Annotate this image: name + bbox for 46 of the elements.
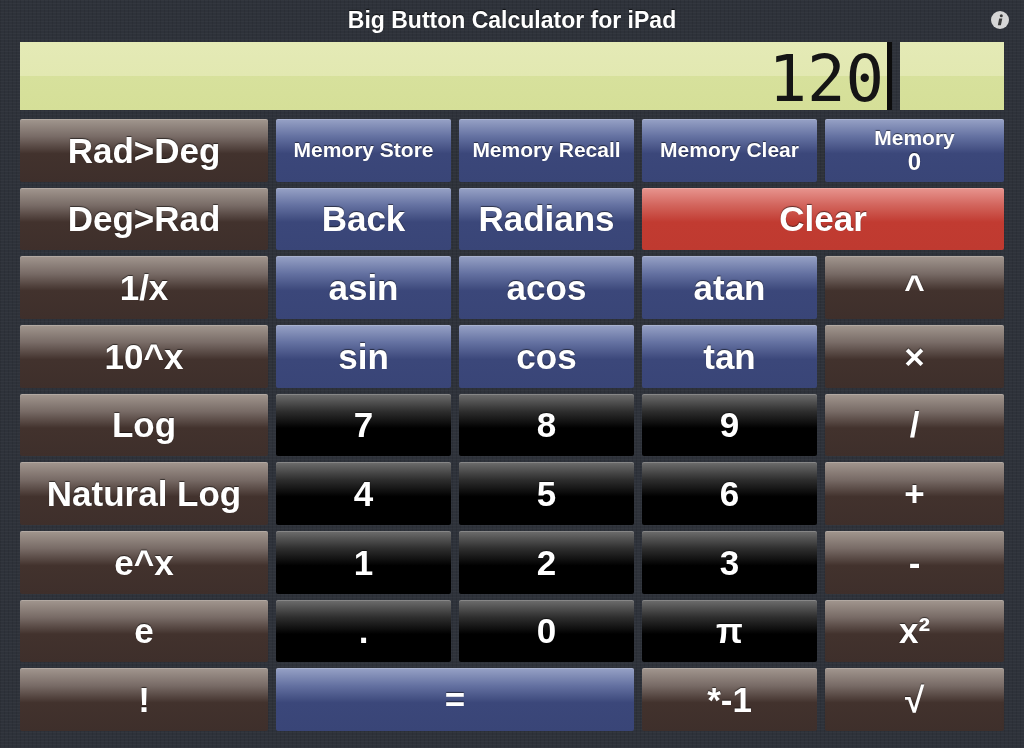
trig-key[interactable]: asin [276, 256, 451, 319]
function-key[interactable]: ! [20, 668, 268, 731]
number-key[interactable]: 4 [276, 462, 451, 525]
number-key[interactable]: 7 [276, 393, 451, 457]
memory-key[interactable]: Memory Store [276, 119, 451, 182]
operator-key[interactable]: × [825, 325, 1004, 388]
number-key[interactable]: 3 [642, 531, 817, 594]
app-title: Big Button Calculator for iPad [347, 8, 677, 32]
number-key[interactable]: . [276, 599, 451, 663]
operator-key[interactable]: x² [825, 599, 1004, 663]
number-key[interactable]: 0 [459, 599, 634, 663]
operator-key[interactable]: *-1 [642, 668, 817, 731]
number-key[interactable]: 8 [459, 393, 634, 457]
clear-key[interactable]: Clear [642, 187, 1004, 251]
trig-key[interactable]: acos [459, 256, 634, 319]
number-key[interactable]: 9 [642, 393, 817, 457]
memory-key[interactable]: Memory Recall [459, 119, 634, 182]
equals-key[interactable]: = [276, 668, 634, 731]
operator-key[interactable]: - [825, 531, 1004, 594]
function-key[interactable]: Deg>Rad [20, 187, 268, 251]
action-key[interactable]: Back [276, 187, 451, 251]
operator-key[interactable]: + [825, 462, 1004, 525]
operator-key[interactable]: √ [825, 668, 1004, 731]
number-key[interactable]: π [642, 599, 817, 663]
function-key[interactable]: e^x [20, 531, 268, 594]
number-key[interactable]: 6 [642, 462, 817, 525]
memory-key[interactable]: Memory Clear [642, 119, 817, 182]
trig-key[interactable]: atan [642, 256, 817, 319]
operator-key[interactable]: ^ [825, 256, 1004, 319]
info-icon[interactable] [991, 11, 1009, 29]
operator-key[interactable]: / [825, 393, 1004, 457]
trig-key[interactable]: sin [276, 325, 451, 388]
calculator-display: 120 [20, 42, 892, 110]
function-key[interactable]: Natural Log [20, 462, 268, 525]
trig-key[interactable]: tan [642, 325, 817, 388]
trig-key[interactable]: cos [459, 325, 634, 388]
number-key[interactable]: 5 [459, 462, 634, 525]
number-key[interactable]: 1 [276, 531, 451, 594]
function-key[interactable]: 10^x [20, 325, 268, 388]
function-key[interactable]: Rad>Deg [20, 119, 268, 182]
number-key[interactable]: 2 [459, 531, 634, 594]
function-key[interactable]: 1/x [20, 256, 268, 319]
action-key[interactable]: Radians [459, 187, 634, 251]
function-key[interactable]: Log [20, 393, 268, 457]
memory-key[interactable]: Memory 0 [825, 119, 1004, 182]
function-key[interactable]: e [20, 599, 268, 663]
